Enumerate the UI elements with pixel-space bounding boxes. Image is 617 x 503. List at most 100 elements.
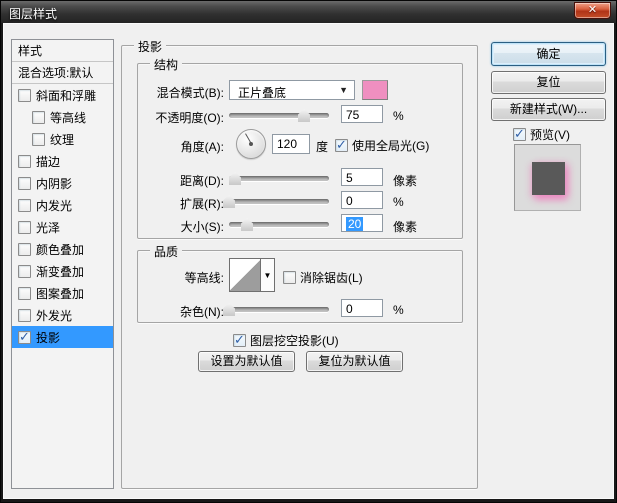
sidebar-item-inner-glow[interactable]: 内发光: [12, 194, 113, 216]
sidebar-item-color-overlay[interactable]: 颜色叠加: [12, 238, 113, 260]
noise-unit: %: [393, 303, 404, 317]
texture-checkbox[interactable]: [32, 132, 45, 146]
distance-unit: 像素: [393, 174, 418, 188]
color-overlay-checkbox[interactable]: [18, 242, 31, 256]
angle-dial[interactable]: [236, 129, 266, 159]
stroke-checkbox[interactable]: [18, 154, 31, 168]
sidebar-item-label: 描边: [36, 154, 61, 169]
drop-shadow-checkbox[interactable]: [18, 329, 31, 345]
sidebar-item-label: 等高线: [50, 110, 87, 125]
sidebar-item-gradient-overlay[interactable]: 渐变叠加: [12, 260, 113, 282]
sidebar-item-bevel-emboss[interactable]: 斜面和浮雕: [12, 84, 113, 106]
sidebar-item-styles[interactable]: 样式: [12, 40, 113, 62]
size-field[interactable]: 20: [341, 214, 383, 232]
noise-slider-track[interactable]: [229, 307, 329, 312]
contour-picker[interactable]: [229, 258, 261, 292]
opacity-field[interactable]: 75: [341, 105, 383, 123]
sidebar-item-stroke[interactable]: 描边: [12, 150, 113, 172]
opacity-value: 75: [346, 108, 360, 122]
sidebar-item-label: 渐变叠加: [36, 264, 85, 279]
angle-dial-center: [249, 142, 253, 146]
spread-unit: %: [393, 195, 404, 209]
reset-default-button[interactable]: 复位为默认值: [306, 351, 403, 372]
reset-button[interactable]: 复位: [491, 71, 606, 94]
spread-label: 扩展(R):: [180, 197, 224, 211]
distance-slider-track[interactable]: [229, 176, 329, 181]
angle-label: 角度(A):: [180, 140, 224, 154]
pattern-overlay-checkbox[interactable]: [18, 286, 31, 300]
structure-group-title: 结构: [150, 56, 183, 73]
sidebar-item-label: 外发光: [36, 308, 73, 323]
outer-glow-checkbox[interactable]: [18, 308, 31, 322]
sidebar-item-drop-shadow[interactable]: 投影: [12, 326, 113, 348]
sidebar-item-pattern-overlay[interactable]: 图案叠加: [12, 282, 113, 304]
noise-field[interactable]: 0: [341, 299, 383, 317]
preview-label: 预览(V): [530, 128, 570, 142]
angle-field[interactable]: 120: [272, 134, 310, 154]
sidebar-item-contour[interactable]: 等高线: [12, 106, 113, 128]
size-value-selected: 20: [346, 217, 364, 231]
sidebar-item-label: 混合选项:默认: [18, 66, 94, 80]
close-button[interactable]: ✕: [574, 2, 611, 19]
inner-glow-checkbox[interactable]: [18, 198, 31, 212]
ok-button[interactable]: 确定: [491, 42, 606, 66]
global-light-row[interactable]: 使用全局光(G): [335, 137, 429, 154]
noise-slider[interactable]: [223, 301, 329, 318]
sidebar-item-inner-shadow[interactable]: 内阴影: [12, 172, 113, 194]
shadow-color-swatch[interactable]: [362, 80, 388, 100]
opacity-slider-track[interactable]: [229, 113, 329, 118]
noise-value: 0: [346, 302, 353, 316]
angle-value: 120: [277, 137, 298, 151]
layer-knockout-label: 图层挖空投影(U): [250, 334, 339, 348]
sidebar-item-label: 内发光: [36, 198, 73, 213]
noise-label: 杂色(N):: [180, 305, 224, 319]
global-light-label: 使用全局光(G): [352, 139, 430, 153]
size-unit: 像素: [393, 220, 418, 234]
antialias-checkbox[interactable]: [283, 271, 296, 284]
new-style-button[interactable]: 新建样式(W)...: [491, 98, 606, 121]
spread-slider[interactable]: [223, 193, 329, 210]
distance-slider[interactable]: [229, 170, 329, 187]
antialias-row[interactable]: 消除锯齿(L): [283, 269, 363, 286]
sidebar-item-label: 图案叠加: [36, 286, 85, 301]
spread-slider-track[interactable]: [229, 199, 329, 204]
angle-unit: 度: [316, 140, 329, 154]
window-title: 图层样式: [9, 7, 58, 21]
contour-checkbox[interactable]: [32, 110, 45, 124]
contour-label: 等高线:: [184, 271, 224, 285]
quality-group-title: 品质: [150, 243, 183, 260]
preview-checkbox[interactable]: [513, 126, 526, 142]
title-bar[interactable]: 图层样式 ✕: [1, 1, 616, 23]
opacity-slider[interactable]: [229, 107, 329, 124]
preview-row[interactable]: 预览(V): [513, 126, 570, 143]
distance-field[interactable]: 5: [341, 168, 383, 186]
knockout-row[interactable]: 图层挖空投影(U): [233, 332, 339, 349]
opacity-label: 不透明度(O):: [155, 111, 224, 125]
sidebar-item-label: 样式: [18, 44, 43, 58]
sidebar-item-satin[interactable]: 光泽: [12, 216, 113, 238]
size-slider-thumb[interactable]: [241, 218, 253, 231]
distance-label: 距离(D):: [180, 174, 224, 188]
sidebar-item-outer-glow[interactable]: 外发光: [12, 304, 113, 326]
layer-knockout-checkbox[interactable]: [233, 332, 246, 348]
blend-mode-select[interactable]: 正片叠底 ▼: [229, 80, 355, 100]
sidebar-item-blending-options[interactable]: 混合选项:默认: [12, 62, 113, 84]
opacity-slider-thumb[interactable]: [298, 109, 310, 122]
gradient-overlay-checkbox[interactable]: [18, 264, 31, 278]
blend-mode-label: 混合模式(B):: [156, 86, 224, 100]
satin-checkbox[interactable]: [18, 220, 31, 234]
opacity-unit: %: [393, 109, 404, 123]
size-slider[interactable]: [229, 216, 329, 233]
drop-shadow-group-title: 投影: [134, 38, 167, 55]
contour-dropdown-arrow-icon[interactable]: ▼: [261, 258, 275, 292]
size-label: 大小(S):: [180, 220, 224, 234]
make-default-button[interactable]: 设置为默认值: [198, 351, 295, 372]
inner-shadow-checkbox[interactable]: [18, 176, 31, 190]
distance-slider-thumb[interactable]: [229, 172, 241, 185]
bevel-emboss-checkbox[interactable]: [18, 88, 31, 102]
sidebar-item-texture[interactable]: 纹理: [12, 128, 113, 150]
global-light-checkbox[interactable]: [335, 137, 348, 153]
antialias-label: 消除锯齿(L): [300, 271, 363, 285]
spread-field[interactable]: 0: [341, 191, 383, 209]
sidebar-item-label: 投影: [36, 330, 61, 345]
